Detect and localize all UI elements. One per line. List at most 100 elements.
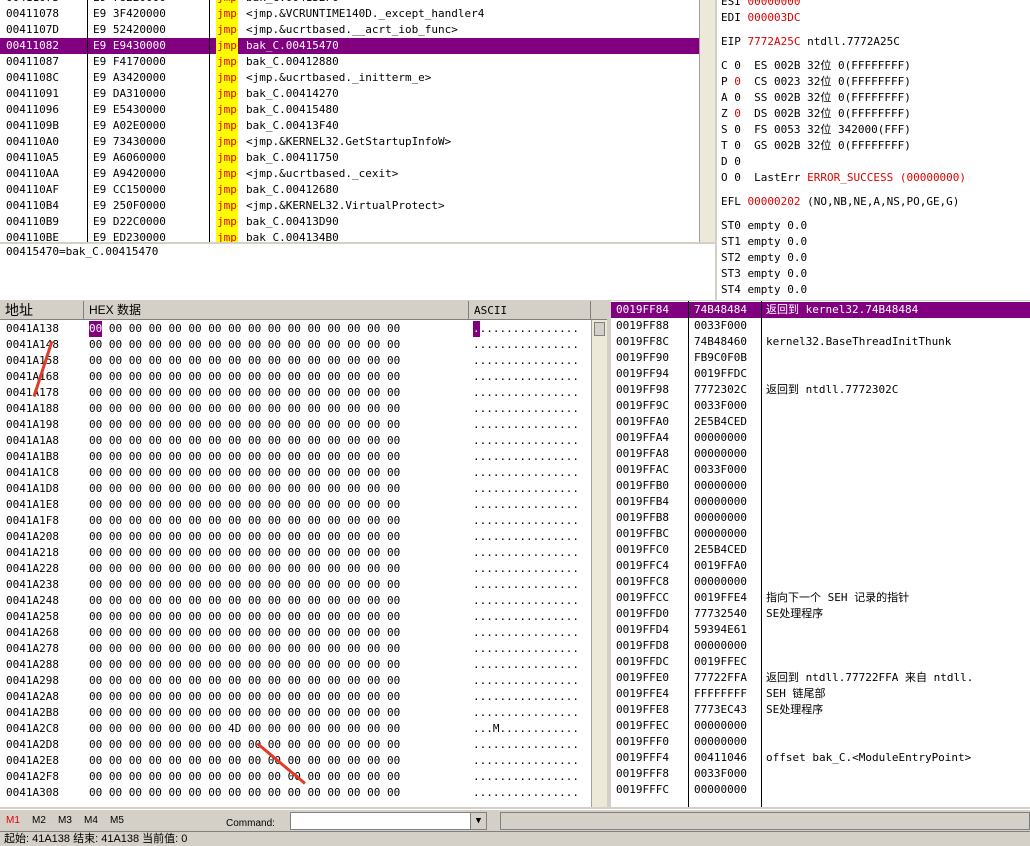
register-eip[interactable]: EIP 7772A25C ntdll.7772A25C (721, 34, 900, 50)
disasm-row[interactable]: 00411091 E9 DA310000 jmp bak_C.00414270 (0, 86, 715, 102)
dump-row[interactable]: 0041A248 00 00 00 00 00 00 00 00 00 00 00… (0, 593, 591, 609)
stack-row[interactable]: 0019FF90 FB9C0F0B (611, 350, 1030, 366)
stack-row[interactable]: 0019FF8C 74B48460 kernel32.BaseThreadInitT… (611, 334, 1030, 350)
registers-pane[interactable]: ESI 00000000 EDI 000003DC EIP 7772A25C n… (717, 0, 1030, 300)
tab-m2[interactable]: M2 (32, 815, 46, 826)
stack-row[interactable]: 0019FFE8 7773EC43 SE处理程序 (611, 702, 1030, 718)
fpu-register[interactable]: ST0 empty 0.0 (721, 218, 807, 234)
stack-row[interactable]: 0019FFB4 00000000 (611, 494, 1030, 510)
stack-row[interactable]: 0019FFA8 00000000 (611, 446, 1030, 462)
selected-ascii[interactable]: . (473, 321, 480, 337)
command-input[interactable]: ▼ (290, 812, 487, 830)
dump-row[interactable]: 0041A158 00 00 00 00 00 00 00 00 00 00 00… (0, 353, 591, 369)
dump-row[interactable]: 0041A188 00 00 00 00 00 00 00 00 00 00 00… (0, 401, 591, 417)
stack-row[interactable]: 0019FF98 7772302C 返回到 ntdll.7772302C (611, 382, 1030, 398)
memory-dump-pane[interactable]: 地址 HEX 数据 ASCII 0041A138 00 00 00 00 00 … (0, 301, 607, 807)
dump-row[interactable]: 0041A1F8 00 00 00 00 00 00 00 00 00 00 00… (0, 513, 591, 529)
scroll-thumb[interactable] (594, 322, 605, 336)
stack-row[interactable]: 0019FFA4 00000000 (611, 430, 1030, 446)
dump-row[interactable]: 0041A17800 00 00 00 00 00 00 00 00 00 00… (0, 385, 591, 401)
disasm-row[interactable]: 004110AA E9 A9420000 jmp <jmp.&ucrtbased._c… (0, 166, 715, 182)
dump-row[interactable]: 0041A1B8 00 00 00 00 00 00 00 00 00 00 00… (0, 449, 591, 465)
lasterr-line[interactable]: O 0 LastErr ERROR_SUCCESS (00000000) (721, 170, 966, 186)
stack-row[interactable]: 0019FFE4 FFFFFFFF SEH 链尾部 (611, 686, 1030, 702)
dump-row[interactable]: 0041A288 00 00 00 00 00 00 00 00 00 00 00… (0, 657, 591, 673)
disasm-row[interactable]: 004110AF E9 CC150000 jmp bak_C.00412680 (0, 182, 715, 198)
stack-row[interactable]: 0019FFB8 00000000 (611, 510, 1030, 526)
fpu-register[interactable]: ST4 empty 0.0 (721, 282, 807, 298)
disasm-row[interactable]: 00411096 E9 E5430000 jmp bak_C.00415480 (0, 102, 715, 118)
dump-header-hex[interactable]: HEX 数据 (84, 301, 469, 320)
disasm-row[interactable]: 00411078 E9 3F420000 jmp <jmp.&VCRUNTIME140… (0, 6, 715, 22)
flag-segment-line[interactable]: D 0 (721, 154, 754, 170)
stack-row[interactable]: 0019FFD0 77732540 SE处理程序 (611, 606, 1030, 622)
disasm-row[interactable]: 004110B9 E9 D22C0000 jmp bak_C.00413D90 (0, 214, 715, 230)
stack-row[interactable]: 0019FFE0 77722FFA 返回到 ntdll.77722FFA 来自 nt… (611, 670, 1030, 686)
dump-row[interactable]: 0041A228 00 00 00 00 00 00 00 00 00 00 00… (0, 561, 591, 577)
stack-row[interactable]: 0019FF84 74B48484 返回到 kernel32.74B48484 (611, 302, 1030, 318)
disassembly-pane[interactable]: 00411073E9 78220000jmpbak_C.004132F00041… (0, 0, 715, 242)
dump-row[interactable]: 0041A1D8 00 00 00 00 00 00 00 00 00 00 00… (0, 481, 591, 497)
flag-segment-line[interactable]: P 0 CS 0023 32位 0(FFFFFFFF) (721, 74, 911, 90)
disasm-row[interactable]: 00411082 E9 E9430000 jmp bak_C.00415470 (0, 38, 715, 54)
stack-row[interactable]: 0019FFBC 00000000 (611, 526, 1030, 542)
dump-row[interactable]: 0041A198 00 00 00 00 00 00 00 00 00 00 00… (0, 417, 591, 433)
dump-row[interactable]: 0041A268 00 00 00 00 00 00 00 00 00 00 00… (0, 625, 591, 641)
register-edi[interactable]: EDI 000003DC (721, 10, 800, 26)
stack-row[interactable]: 0019FF94 0019FFDC (611, 366, 1030, 382)
dump-row[interactable]: 0041A298 00 00 00 00 00 00 00 00 00 00 00… (0, 673, 591, 689)
dump-row[interactable]: 0041A2B8 00 00 00 00 00 00 00 00 00 00 00… (0, 705, 591, 721)
dump-header-ascii[interactable]: ASCII (469, 301, 591, 320)
dump-row[interactable]: 0041A208 00 00 00 00 00 00 00 00 00 00 00… (0, 529, 591, 545)
disasm-row[interactable]: 0041108C E9 A3420000 jmp <jmp.&ucrtbased._i… (0, 70, 715, 86)
dump-row[interactable]: 0041A2C8 00 00 00 00 00 00 00 4D 00 00 00… (0, 721, 591, 737)
stack-row[interactable]: 0019FFC4 0019FFA0 (611, 558, 1030, 574)
disassembly-scrollbar[interactable] (699, 0, 715, 242)
dump-header-address[interactable]: 地址 (0, 301, 84, 320)
dump-scrollbar[interactable] (591, 320, 607, 807)
dump-row[interactable]: 0041A148 00 00 00 00 00 00 00 00 00 00 00… (0, 337, 591, 353)
dump-row[interactable]: 0041A278 00 00 00 00 00 00 00 00 00 00 00… (0, 641, 591, 657)
dump-row[interactable]: 0041A258 00 00 00 00 00 00 00 00 00 00 00… (0, 609, 591, 625)
stack-row[interactable]: 0019FFD4 59394E61 (611, 622, 1030, 638)
tab-m1[interactable]: M1 (6, 815, 20, 826)
efl-line[interactable]: EFL 00000202 (NO,NB,NE,A,NS,PO,GE,G) (721, 194, 959, 210)
stack-row[interactable]: 0019FFC0 2E5B4CED (611, 542, 1030, 558)
stack-row[interactable]: 0019FFB0 00000000 (611, 478, 1030, 494)
stack-row[interactable]: 0019FF88 0033F000 (611, 318, 1030, 334)
dump-row[interactable]: 0041A1C8 00 00 00 00 00 00 00 00 00 00 00… (0, 465, 591, 481)
dump-row[interactable]: 0041A138 00 00 00 00 00 00 00 00 00 00 0… (0, 321, 591, 337)
disasm-row[interactable]: 0041109B E9 A02E0000 jmp bak_C.00413F40 (0, 118, 715, 134)
chevron-down-icon[interactable]: ▼ (470, 813, 486, 829)
dump-row[interactable]: 0041A2D8 00 00 00 00 00 00 00 00 00 00 00… (0, 737, 591, 753)
dump-row[interactable]: 0041A218 00 00 00 00 00 00 00 00 00 00 00… (0, 545, 591, 561)
fpu-register[interactable]: ST1 empty 0.0 (721, 234, 807, 250)
register-esi[interactable]: ESI 00000000 (721, 0, 800, 10)
stack-row[interactable]: 0019FFFC 00000000 (611, 782, 1030, 798)
stack-row[interactable]: 0019FFEC 00000000 (611, 718, 1030, 734)
selected-byte[interactable]: 00 (89, 321, 103, 337)
dump-row[interactable]: 0041A2A8 00 00 00 00 00 00 00 00 00 00 00… (0, 689, 591, 705)
tab-m3[interactable]: M3 (58, 815, 72, 826)
flag-segment-line[interactable]: A 0 SS 002B 32位 0(FFFFFFFF) (721, 90, 911, 106)
stack-row[interactable]: 0019FFAC 0033F000 (611, 462, 1030, 478)
stack-row[interactable]: 0019FFF8 0033F000 (611, 766, 1030, 782)
flag-segment-line[interactable]: T 0 GS 002B 32位 0(FFFFFFFF) (721, 138, 911, 154)
tab-m4[interactable]: M4 (84, 815, 98, 826)
dump-row[interactable]: 0041A2E8 00 00 00 00 00 00 00 00 00 00 00… (0, 753, 591, 769)
disasm-row[interactable]: 004110B4 E9 250F0000 jmp <jmp.&KERNEL32.Vir… (0, 198, 715, 214)
flag-segment-line[interactable]: S 0 FS 0053 32位 342000(FFF) (721, 122, 911, 138)
disasm-row[interactable]: 004110A5 E9 A6060000 jmp bak_C.00411750 (0, 150, 715, 166)
stack-row[interactable]: 0019FF9C 0033F000 (611, 398, 1030, 414)
stack-row[interactable]: 0019FFF4 00411046 offset bak_C.<ModuleEntr… (611, 750, 1030, 766)
fpu-register[interactable]: ST3 empty 0.0 (721, 266, 807, 282)
fpu-register[interactable]: ST2 empty 0.0 (721, 250, 807, 266)
stack-pane[interactable]: 0019FF84 74B48484 返回到 kernel32.74B48484 001… (611, 301, 1030, 807)
stack-row[interactable]: 0019FFDC 0019FFEC (611, 654, 1030, 670)
stack-row[interactable]: 0019FFCC 0019FFE4 指向下一个 SEH 记录的指针 (611, 590, 1030, 606)
dump-row[interactable]: 0041A1E8 00 00 00 00 00 00 00 00 00 00 00… (0, 497, 591, 513)
flag-segment-line[interactable]: Z 0 DS 002B 32位 0(FFFFFFFF) (721, 106, 911, 122)
tab-m5[interactable]: M5 (110, 815, 124, 826)
disasm-row[interactable]: 00411087 E9 F4170000 jmp bak_C.00412880 (0, 54, 715, 70)
dump-row[interactable]: 0041A168 00 00 00 00 00 00 00 00 00 00 00… (0, 369, 591, 385)
